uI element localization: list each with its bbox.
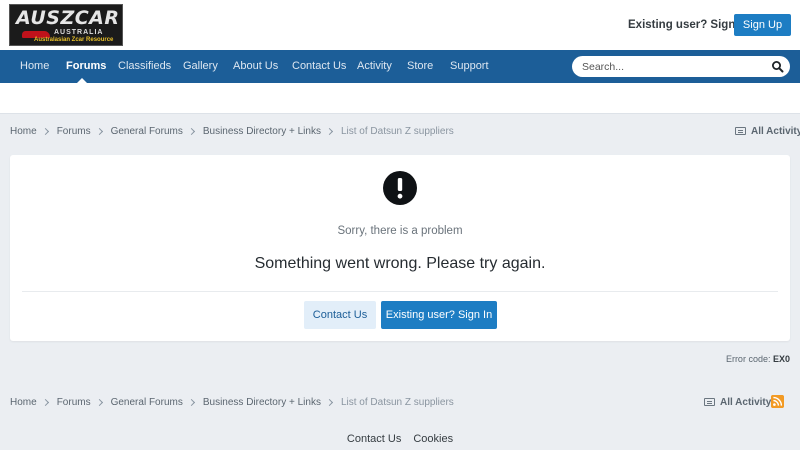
error-subtitle: Sorry, there is a problem (337, 225, 463, 237)
chevron-right-icon (41, 398, 49, 406)
logo-tagline: Australasian Zcar Resource (34, 37, 114, 43)
footer-cookies-link[interactable]: Cookies (413, 433, 453, 445)
divider (22, 291, 778, 292)
breadcrumb-business-directory[interactable]: Business Directory + Links (203, 126, 321, 137)
chevron-right-icon (325, 127, 333, 135)
error-message: Something went wrong. Please try again. (254, 255, 546, 272)
footer-links: Contact Us Cookies (0, 433, 800, 445)
contact-us-button[interactable]: Contact Us (304, 301, 376, 329)
all-activity-link-bottom[interactable]: All Activity (704, 395, 771, 409)
chevron-right-icon (41, 127, 49, 135)
breadcrumb-current-page: List of Datsun Z suppliers (340, 125, 454, 137)
search-input[interactable] (582, 59, 762, 74)
nav-item-store[interactable]: Store (407, 50, 433, 83)
footer-contact-us-link[interactable]: Contact Us (347, 433, 401, 445)
breadcrumb-forums[interactable]: Forums (57, 397, 91, 408)
chevron-right-icon (95, 127, 103, 135)
logo-country: AUSTRALIA (54, 29, 104, 36)
activity-icon (704, 398, 715, 406)
all-activity-label: All Activity (751, 125, 800, 137)
breadcrumb-bottom: Home Forums General Forums Business Dire… (10, 395, 454, 409)
chevron-right-icon (325, 398, 333, 406)
nav-item-gallery[interactable]: Gallery (183, 50, 218, 83)
all-activity-label: All Activity (720, 396, 772, 408)
all-activity-link[interactable]: All Activity (735, 124, 800, 138)
nav-item-home[interactable]: Home (20, 50, 49, 83)
nav-item-classifieds[interactable]: Classifieds (118, 50, 171, 83)
header-signin-label: Existing user? Sign In (628, 19, 749, 31)
chevron-right-icon (187, 398, 195, 406)
search-box (572, 56, 790, 77)
nav-item-contact-us[interactable]: Contact Us (292, 50, 346, 83)
nav-item-about-us[interactable]: About Us (233, 50, 278, 83)
breadcrumb-forums[interactable]: Forums (57, 126, 91, 137)
breadcrumb-general-forums[interactable]: General Forums (111, 397, 183, 408)
chevron-right-icon (187, 127, 195, 135)
rss-icon[interactable] (771, 395, 784, 408)
logo-wordmark: AUSZCAR (16, 7, 120, 29)
site-logo[interactable]: AUSZCAR AUSTRALIA Australasian Zcar Reso… (9, 4, 123, 46)
breadcrumb-business-directory[interactable]: Business Directory + Links (203, 397, 321, 408)
breadcrumb-general-forums[interactable]: General Forums (111, 126, 183, 137)
exclamation-circle-icon (383, 171, 417, 205)
nav-item-activity[interactable]: Activity (357, 50, 392, 83)
error-code-label: Error code: (725, 354, 771, 364)
breadcrumb-home[interactable]: Home (10, 397, 37, 408)
signup-button[interactable]: Sign Up (734, 14, 791, 36)
activity-icon (735, 127, 746, 135)
sub-navigation-bar (0, 83, 800, 114)
nav-item-support[interactable]: Support (450, 50, 489, 83)
breadcrumb: Home Forums General Forums Business Dire… (10, 124, 454, 138)
breadcrumb-current-page: List of Datsun Z suppliers (340, 396, 454, 408)
signin-button[interactable]: Existing user? Sign In (381, 301, 497, 329)
search-icon[interactable] (771, 60, 784, 73)
chevron-right-icon (95, 398, 103, 406)
breadcrumb-home[interactable]: Home (10, 126, 37, 137)
error-code: Error code: EX0 (600, 354, 790, 364)
error-panel: Sorry, there is a problem Something went… (10, 155, 790, 341)
error-code-value: EX0 (772, 354, 790, 364)
site-header: AUSZCAR AUSTRALIA Australasian Zcar Reso… (0, 0, 800, 50)
